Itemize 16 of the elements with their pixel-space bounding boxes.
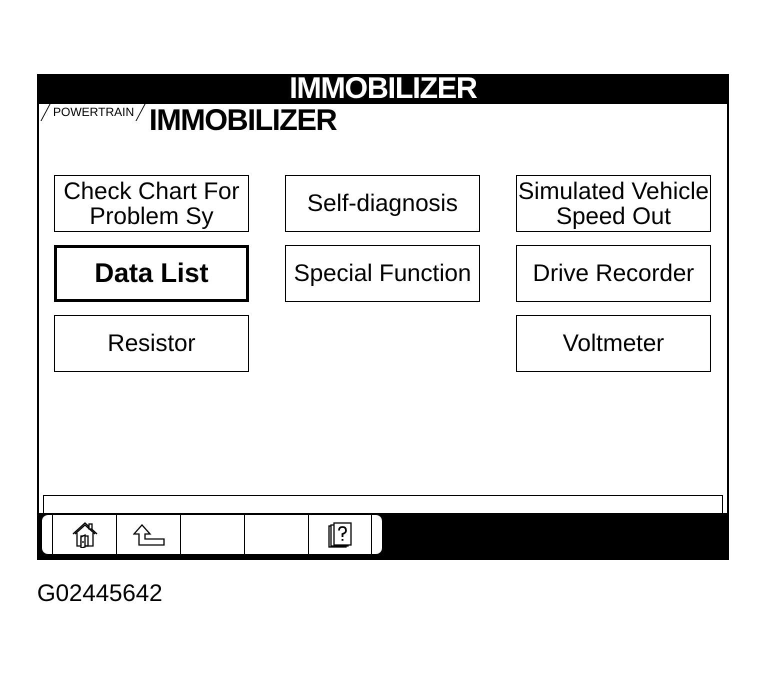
menu-button[interactable]: Special Function [285,245,480,302]
menu-button[interactable]: Drive Recorder [516,245,711,302]
menu-button[interactable]: Check Chart For Problem Sy [54,175,249,232]
figure-id-label: G02445642 [37,580,162,608]
menu-button[interactable]: Simulated Vehicle Speed Out [516,175,711,232]
screen-title: IMMOBILIZER [149,107,336,135]
home-icon [72,521,98,548]
up-arrow-icon [132,524,164,546]
window-title: IMMOBILIZER [289,74,477,104]
menu-button[interactable]: Resistor [54,315,249,372]
menu-button[interactable]: Data List [54,245,249,302]
category-tag: POWERTRAIN [39,104,148,121]
help-icon [328,522,352,548]
menu-button[interactable]: Voltmeter [516,315,711,372]
toolbar-button[interactable] [308,515,372,554]
menu-button[interactable]: Self-diagnosis [285,175,480,232]
